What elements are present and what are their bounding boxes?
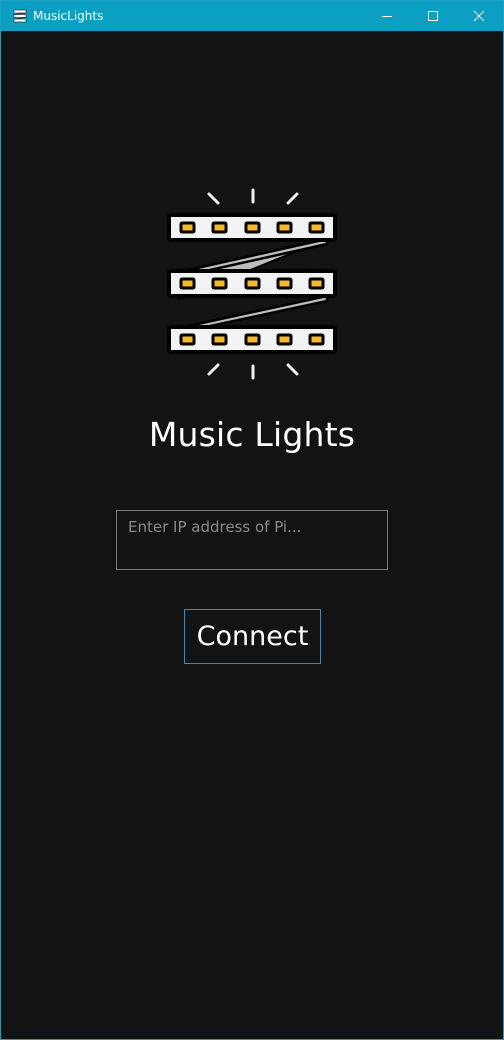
window-title: MusicLights (33, 9, 104, 23)
maximize-button[interactable] (410, 1, 456, 31)
led-strip-icon (167, 188, 337, 380)
title-bar[interactable]: MusicLights (1, 1, 503, 31)
close-button[interactable] (456, 1, 502, 31)
connect-button[interactable]: Connect (184, 609, 321, 664)
main-content: Music Lights Connect (1, 31, 503, 1039)
minimize-button[interactable] (364, 1, 410, 31)
app-icon (13, 9, 27, 23)
app-window: MusicLights Music Lights Enter IP addres… (0, 0, 504, 1040)
app-title: Music Lights (148, 415, 356, 454)
close-icon (473, 10, 485, 22)
minimize-icon (382, 16, 392, 17)
ip-address-input[interactable] (116, 510, 388, 570)
maximize-icon (428, 11, 438, 21)
